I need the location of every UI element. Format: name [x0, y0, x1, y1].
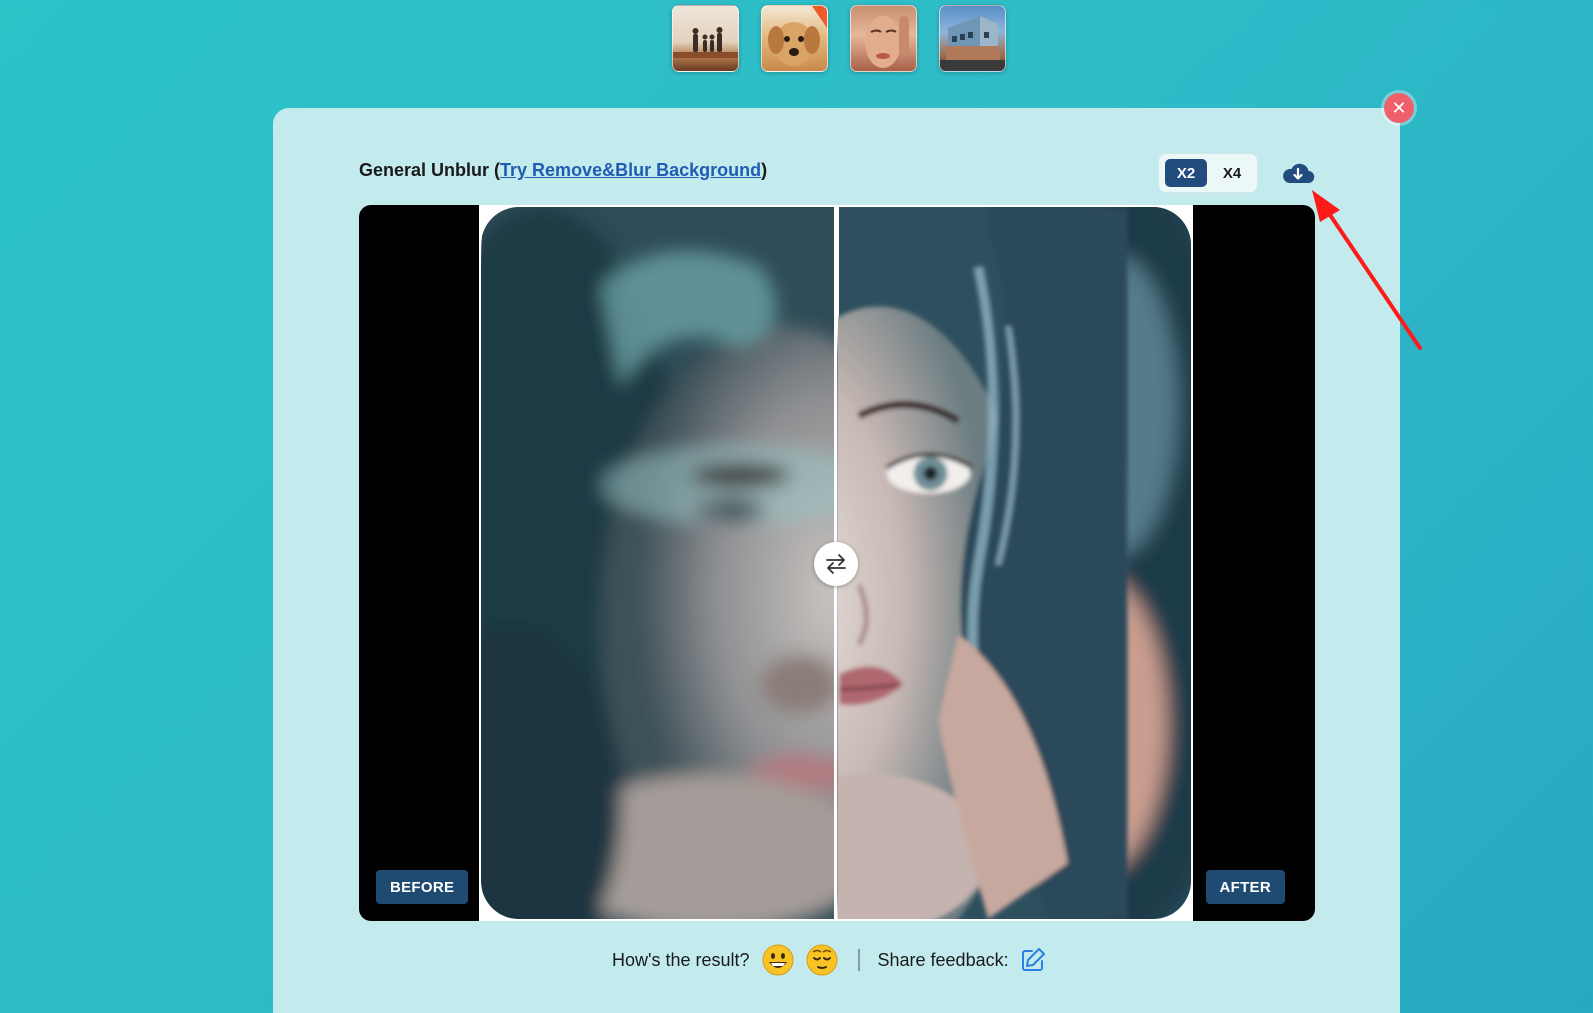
comparison-viewer[interactable]: BEFORE AFTER	[359, 205, 1315, 921]
scale-x4-button[interactable]: X4	[1211, 159, 1253, 187]
before-label: BEFORE	[376, 870, 469, 904]
download-button[interactable]	[1280, 158, 1316, 188]
family-on-pier-image	[673, 27, 738, 58]
upscale-toggle: X2 X4	[1158, 153, 1258, 193]
before-image	[481, 207, 838, 919]
title-suffix: )	[761, 160, 768, 180]
tool-title: General Unblur (Try Remove&Blur Backgrou…	[359, 160, 767, 181]
title-prefix: General Unblur (	[359, 160, 501, 180]
comparison-slider-handle[interactable]	[814, 542, 858, 586]
building-image	[940, 16, 1005, 71]
feedback-row: How's the result? Share feedback:	[612, 942, 1047, 978]
close-icon: ✕	[1391, 98, 1407, 118]
remove-blur-background-link[interactable]: Try Remove&Blur Background	[500, 160, 761, 180]
after-label: AFTER	[1205, 870, 1285, 904]
share-feedback-label: Share feedback:	[877, 949, 1009, 970]
relieved-face-icon[interactable]	[806, 944, 838, 976]
sample-thumbnail-building[interactable]	[939, 5, 1006, 72]
sample-thumbnail-family[interactable]	[672, 5, 739, 72]
grinning-face-icon[interactable]	[762, 944, 794, 976]
after-image	[838, 207, 1191, 919]
cloud-download-icon	[1283, 163, 1315, 184]
swap-arrows-icon	[826, 554, 846, 574]
woman-face-image	[865, 16, 909, 68]
sample-thumbnail-woman[interactable]	[850, 5, 917, 72]
feedback-separator	[857, 949, 860, 971]
result-question: How's the result?	[612, 949, 750, 970]
close-button[interactable]: ✕	[1384, 93, 1414, 123]
annotation-arrow	[1312, 190, 1422, 350]
sample-thumbnails	[672, 5, 1006, 72]
edit-pencil-icon[interactable]	[1019, 946, 1047, 974]
scale-x2-button[interactable]: X2	[1165, 159, 1207, 187]
sample-thumbnail-puppy[interactable]	[761, 5, 828, 72]
puppy-image	[768, 6, 827, 66]
